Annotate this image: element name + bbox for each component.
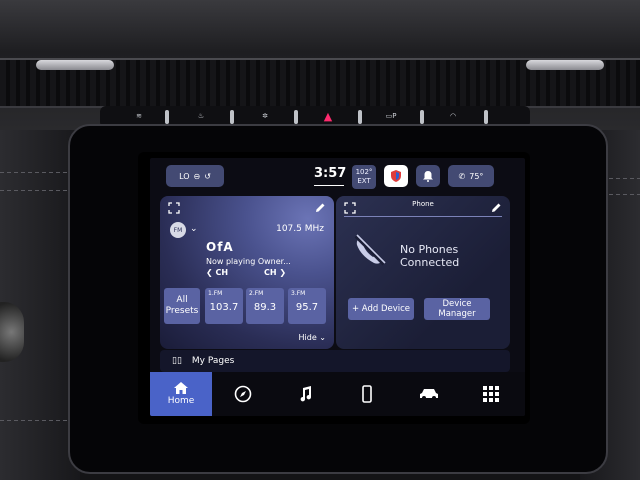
stitching <box>0 190 78 191</box>
defrost-rear-icon[interactable]: ≋ <box>118 108 160 124</box>
home-icon <box>174 382 188 394</box>
fan-icon: ⊖ <box>193 171 201 181</box>
radio-card[interactable]: FM ⌄ 107.5 MHz OfA Now playing Owner... … <box>160 196 334 349</box>
status-bar: LO ⊖ ↺ 3:57 102° EXT ✆ 75° <box>150 158 525 192</box>
preset-label: 3.FM <box>291 290 306 297</box>
rotary-knob[interactable] <box>0 302 24 362</box>
preset-label: 2.FM <box>249 290 264 297</box>
divider <box>344 216 502 217</box>
seat-heat-icon[interactable]: ♨ <box>180 108 222 124</box>
smartphone-icon <box>362 385 372 403</box>
nav-phone[interactable] <box>336 372 398 416</box>
channel-prev-button[interactable]: ❮ CH <box>206 268 228 277</box>
cabin-temp-chip[interactable]: ✆ 75° <box>448 165 494 187</box>
preset-frequency: 103.7 <box>209 302 239 313</box>
button-separator <box>420 110 424 124</box>
edit-pencil-icon[interactable] <box>490 202 502 214</box>
nav-compass-icon <box>234 385 252 403</box>
channel-next-label: CH <box>264 268 277 277</box>
edit-pencil-icon[interactable] <box>314 202 326 214</box>
button-separator <box>165 110 169 124</box>
chevron-down-icon: ⌄ <box>319 333 326 342</box>
nav-navigation[interactable] <box>212 372 274 416</box>
vent-tab-right[interactable] <box>526 60 604 70</box>
car-icon <box>420 389 438 400</box>
outside-temp: 102° <box>355 168 373 176</box>
climate-chip[interactable]: LO ⊖ ↺ <box>166 165 224 187</box>
preset-1[interactable]: 1.FM 103.7 <box>205 288 243 324</box>
notification-bell-icon[interactable] <box>416 165 440 187</box>
clock: 3:57 <box>314 166 347 181</box>
bottom-nav: Home <box>150 372 525 416</box>
button-separator <box>484 110 488 124</box>
outside-temp-chip: 102° EXT <box>352 165 376 189</box>
home-label: Home <box>167 396 195 406</box>
stitching <box>0 420 78 421</box>
clock-underline <box>314 185 344 186</box>
nav-home[interactable]: Home <box>150 372 212 416</box>
vent-tab-left[interactable] <box>36 60 114 70</box>
preset-2[interactable]: 2.FM 89.3 <box>246 288 284 324</box>
expand-icon[interactable] <box>168 202 180 214</box>
outside-temp-label: EXT <box>357 177 371 185</box>
chevron-left-icon: ❮ <box>206 268 213 277</box>
park-assist-icon[interactable]: ▭P <box>370 108 412 124</box>
nav-vehicle[interactable] <box>398 372 460 416</box>
preset-3[interactable]: 3.FM 95.7 <box>288 288 326 324</box>
nav-media[interactable] <box>274 372 336 416</box>
band-badge[interactable]: FM <box>170 222 186 238</box>
stitching <box>0 172 78 173</box>
recirculation-icon: ↺ <box>204 171 211 181</box>
shield-icon[interactable] <box>384 165 408 187</box>
frequency: 107.5 MHz <box>276 224 324 234</box>
music-note-icon <box>300 386 312 402</box>
climate-label: LO <box>179 171 190 181</box>
cabin-temp: 75° <box>469 171 484 181</box>
hide-presets-button[interactable]: Hide ⌄ <box>299 333 327 342</box>
my-pages-bar[interactable]: ▯▯ My Pages <box>160 350 510 372</box>
preset-label: 1.FM <box>208 290 223 297</box>
sport-mode-icon[interactable]: ◠ <box>432 108 474 124</box>
hide-label: Hide <box>298 333 317 342</box>
phone-disconnected-icon <box>354 234 386 266</box>
station-logo: OfA <box>206 240 234 254</box>
button-separator <box>230 110 234 124</box>
button-separator <box>294 110 298 124</box>
preset-frequency: 89.3 <box>253 302 277 313</box>
preset-frequency: 95.7 <box>295 302 319 313</box>
phone-title: Phone <box>412 200 434 208</box>
no-phones-status: No Phones Connected <box>400 243 460 269</box>
all-presets-button[interactable]: All Presets <box>164 288 200 324</box>
infotainment-screen: LO ⊖ ↺ 3:57 102° EXT ✆ 75° FM ⌄ 107.5 MH <box>150 158 525 416</box>
phone-handset-icon: ✆ <box>458 171 466 181</box>
chevron-right-icon: ❯ <box>279 268 287 277</box>
phone-card[interactable]: Phone No Phones Connected + Add Device D… <box>336 196 510 349</box>
nav-apps[interactable] <box>460 372 522 416</box>
chevron-down-icon[interactable]: ⌄ <box>190 224 198 234</box>
channel-prev-label: CH <box>215 268 229 277</box>
button-separator <box>358 110 362 124</box>
pages-icon: ▯▯ <box>172 356 182 366</box>
channel-next-button[interactable]: CH ❯ <box>264 268 286 277</box>
apps-grid-icon <box>483 386 499 402</box>
add-device-button[interactable]: + Add Device <box>348 298 414 320</box>
hazard-icon[interactable]: ▲ <box>307 108 349 124</box>
seat-vent-icon[interactable]: ✲ <box>244 108 286 124</box>
device-manager-button[interactable]: Device Manager <box>424 298 490 320</box>
my-pages-label: My Pages <box>191 356 235 366</box>
now-playing: Now playing Owner... <box>206 257 291 266</box>
